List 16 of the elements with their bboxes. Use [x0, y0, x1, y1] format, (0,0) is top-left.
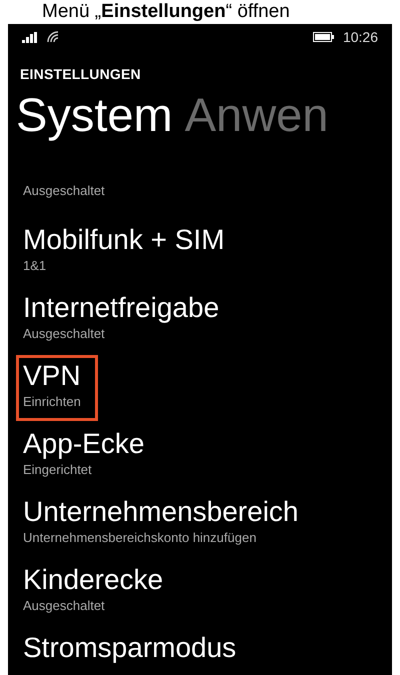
settings-item[interactable]: Kinderecke Ausgeschaltet: [16, 559, 170, 625]
highlighted-settings-item[interactable]: VPN Einrichten: [16, 355, 98, 421]
settings-item[interactable]: Ausgeschaltet: [16, 180, 112, 202]
settings-item[interactable]: Mobilfunk + SIM 1&1: [16, 219, 232, 285]
wifi-icon: [46, 31, 60, 43]
settings-item[interactable]: Unternehmensbereich Unternehmensbereichskonto hinzufügen: [16, 491, 306, 557]
battery-icon: [312, 32, 335, 42]
settings-item[interactable]: Internetfreigabe Ausgeschaltet: [16, 287, 226, 353]
settings-item[interactable]: App-Ecke Eingerichtet: [16, 423, 152, 489]
signal-icon: [22, 32, 38, 42]
clock-time: 10:26: [342, 28, 378, 46]
pivot-tab[interactable]: Anwen: [184, 87, 328, 143]
pivot-tab[interactable]: System: [16, 87, 173, 143]
settings-item[interactable]: Stromsparmodus: [16, 627, 244, 675]
caption-text: Menü „Einstellungen“ öffnen: [41, 0, 290, 24]
app-title: EINSTELLUNGEN: [19, 65, 142, 84]
